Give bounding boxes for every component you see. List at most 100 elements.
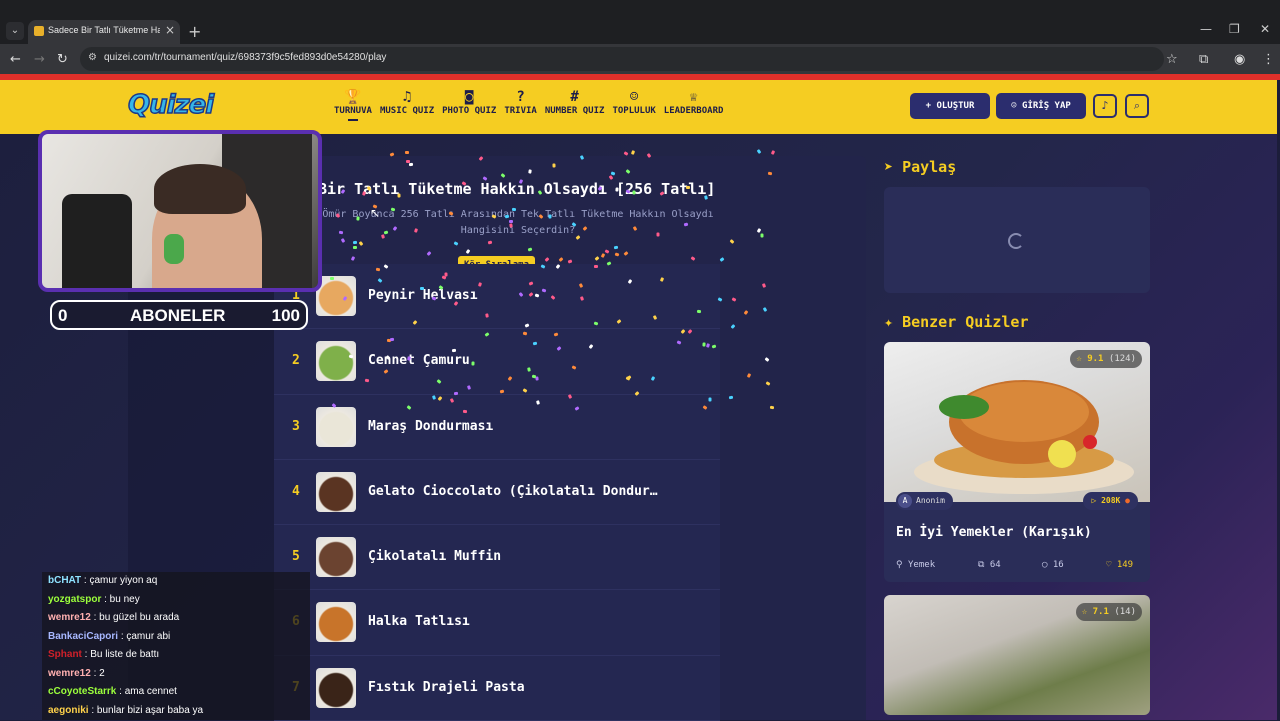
- subs-label: ABONELER: [130, 306, 226, 325]
- tab-favicon-icon: [34, 26, 44, 36]
- create-button[interactable]: + OLUŞTUR: [910, 93, 990, 119]
- search-icon[interactable]: ⌕: [1125, 94, 1149, 118]
- nav-leaderboard[interactable]: ♕ LEADERBOARD: [660, 88, 728, 121]
- share-box: [884, 187, 1150, 293]
- comment-icon: ◯: [1042, 560, 1053, 570]
- share-heading: ➤ Paylaş: [884, 158, 956, 176]
- avatar: A: [898, 494, 912, 508]
- dessert-name: Çikolatalı Muffin: [368, 549, 502, 565]
- similar-title: Benzer Quizler: [902, 313, 1029, 331]
- tab-list-dropdown[interactable]: ⌄: [6, 22, 24, 40]
- bookmark-star-icon[interactable]: ☆: [1166, 52, 1178, 67]
- tab-title: Sadece Bir Tatlı Tüketme Hakkın: [48, 25, 160, 35]
- tab-close-icon[interactable]: ×: [165, 23, 175, 37]
- rank-number: 5: [292, 549, 300, 565]
- rank-number: 4: [292, 483, 300, 499]
- similar-heading: ✦ Benzer Quizler: [884, 313, 1029, 331]
- dessert-name: Fıstık Drajeli Pasta: [368, 679, 525, 695]
- dessert-thumbnail: [316, 667, 356, 708]
- similar-quiz-card[interactable]: ☆ 9.1 (124) A Anonim ▷ 208K ● En İyi Yeme…: [884, 342, 1150, 582]
- ranking-row[interactable]: 1 Peynir Helvası: [274, 264, 720, 330]
- minimize-button[interactable]: —: [1200, 22, 1212, 36]
- chat-username: wemre12: [48, 612, 91, 623]
- chat-text: : çamur yiyon aq: [83, 575, 158, 586]
- ranking-list: 1 Peynir Helvası 2 Cennet Çamuru 3 Maraş Dond…: [274, 264, 720, 721]
- chat-username: bCHAT: [48, 575, 82, 586]
- chat-text: : ama cennet: [119, 686, 177, 697]
- chat-username: Sphant: [48, 649, 82, 660]
- author-badge[interactable]: A Anonim: [896, 492, 953, 510]
- nav-topluluk[interactable]: ☺ TOPLULUK: [608, 88, 659, 121]
- user-icon: ☺: [1011, 101, 1023, 111]
- medal-icon: ♕: [689, 89, 698, 105]
- login-button[interactable]: ☺ GİRİŞ YAP: [996, 93, 1086, 119]
- close-window-button[interactable]: ✕: [1260, 22, 1270, 36]
- url-text: quizei.com/tr/tournament/quiz/698373f9c5…: [104, 52, 387, 63]
- cube-icon: ✦: [884, 313, 903, 331]
- stream-chat: bCHAT : çamur yiyon aq yozgatspor : bu ne…: [42, 572, 310, 720]
- browser-tabbar: ⌄ Sadece Bir Tatlı Tüketme Hakkın × + — …: [0, 0, 1280, 44]
- maximize-button[interactable]: ❐: [1229, 22, 1240, 36]
- loading-spinner-icon: [1008, 233, 1024, 249]
- ranking-row[interactable]: 3 Maraş Dondurması: [274, 394, 720, 460]
- chat-text: : bunlar bizi aşar baba ya: [91, 704, 204, 716]
- ranking-row[interactable]: 2 Cennet Çamuru: [274, 329, 720, 395]
- card-title[interactable]: En İyi Yemekler (Karışık): [896, 525, 1092, 540]
- ranking-row[interactable]: 5 Çikolatalı Muffin: [274, 525, 720, 591]
- bell-icon[interactable]: ♪: [1093, 94, 1117, 118]
- profile-icon[interactable]: ◉: [1234, 52, 1245, 67]
- site-logo[interactable]: Quizei: [127, 89, 215, 121]
- dessert-name: Gelato Cioccolato (Çikolatalı Dondur…: [368, 483, 658, 499]
- nav-label: PHOTO QUIZ: [442, 106, 497, 116]
- extensions-icon[interactable]: ⧉: [1199, 52, 1208, 67]
- nav-label: NUMBER QUIZ: [544, 106, 605, 116]
- url-field[interactable]: ⚙ quizei.com/tr/tournament/quiz/698373f9…: [80, 47, 1164, 71]
- new-tab-button[interactable]: +: [188, 22, 201, 41]
- menu-kebab-icon[interactable]: ⋮: [1262, 52, 1275, 67]
- quiz-title: Bir Tatlı Tüketme Hakkın Olsaydı [256 Ta…: [318, 180, 716, 198]
- category-meta: ⚲ Yemek: [896, 560, 936, 570]
- nav-number-quiz[interactable]: # NUMBER QUIZ: [541, 88, 609, 121]
- dessert-thumbnail: [316, 276, 356, 316]
- nav-trivia[interactable]: ? TRIVIA: [500, 88, 541, 121]
- copy-icon: ⧉: [978, 560, 990, 570]
- nav-label: LEADERBOARD: [663, 106, 724, 116]
- chat-username: yozgatspor: [48, 593, 102, 605]
- headphone-icon: [164, 234, 184, 264]
- chat-message: wemre12 : 2: [42, 665, 310, 684]
- streamer-hair: [154, 164, 246, 214]
- ranking-row[interactable]: 4 Gelato Cioccolato (Çikolatalı Dondur…: [274, 459, 720, 526]
- nav-turnuva[interactable]: 🏆 TURNUVA: [330, 88, 376, 121]
- subscriber-goal-bar: 0 ABONELER 100: [50, 300, 308, 330]
- address-bar-row: ← → ↻ ⚙ quizei.com/tr/tournament/quiz/69…: [0, 44, 1280, 74]
- chat-username: cCoyoteStarrk: [48, 686, 117, 697]
- users-icon: ☺: [629, 89, 639, 105]
- nav-photo-quiz[interactable]: ◙ PHOTO QUIZ: [438, 88, 500, 121]
- subs-start: 0: [58, 306, 68, 325]
- share-title: Paylaş: [902, 158, 957, 176]
- chat-text: : bu ney: [104, 593, 140, 605]
- forward-icon[interactable]: →: [34, 52, 45, 67]
- rating-badge-2: ☆ 7.1 (14): [1075, 603, 1142, 621]
- nav-music-quiz[interactable]: ♫ MUSIC QUIZ: [376, 88, 438, 121]
- dessert-thumbnail: [316, 406, 356, 447]
- questions-meta: ⧉ 64: [978, 560, 1001, 570]
- ranking-row[interactable]: 6Halka Tatlısı: [274, 590, 720, 656]
- chat-message: wemre12 : bu güzel bu arada: [42, 609, 310, 628]
- dessert-thumbnail: [316, 341, 356, 382]
- rank-number: 3: [292, 418, 300, 434]
- likes-meta: ♡ 149: [1106, 560, 1134, 570]
- active-nav-underline: [347, 119, 358, 121]
- browser-tab[interactable]: Sadece Bir Tatlı Tüketme Hakkın ×: [28, 20, 180, 44]
- nav-label: MUSIC QUIZ: [379, 106, 435, 116]
- chat-text: : bu güzel bu arada: [93, 612, 180, 623]
- ranking-row[interactable]: 7Fıstık Drajeli Pasta: [274, 655, 720, 721]
- reload-icon[interactable]: ↻: [57, 52, 68, 67]
- dessert-thumbnail: [316, 602, 356, 643]
- back-icon[interactable]: ←: [10, 52, 21, 67]
- site-info-icon[interactable]: ⚙: [88, 52, 97, 63]
- chat-message: bCHAT : çamur yiyon aq: [42, 572, 310, 591]
- similar-quiz-card-2[interactable]: ☆ 7.1 (14): [884, 595, 1150, 715]
- trophy-icon: 🏆: [344, 89, 362, 105]
- chat-text: : çamur abi: [120, 630, 171, 642]
